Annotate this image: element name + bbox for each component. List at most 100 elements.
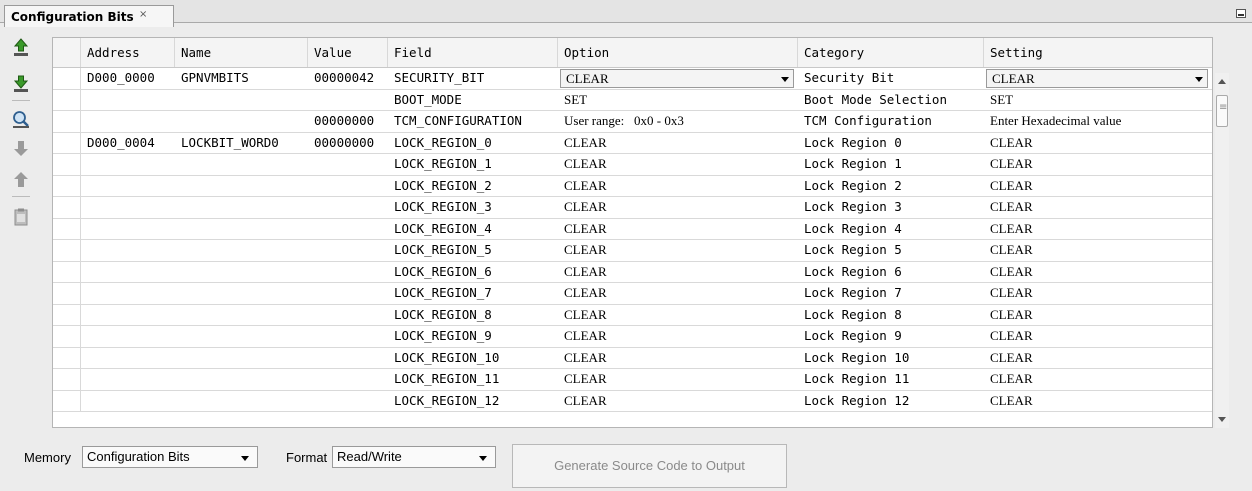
cell-setting[interactable]: CLEAR: [984, 154, 1212, 175]
column-header-option[interactable]: Option: [558, 38, 798, 67]
row-header[interactable]: [53, 218, 81, 240]
cell-option[interactable]: CLEAR: [558, 369, 798, 390]
cell-setting[interactable]: CLEAR: [984, 283, 1212, 304]
table-row[interactable]: LOCK_REGION_6 CLEAR Lock Region 6 CLEAR: [53, 261, 1212, 283]
row-header[interactable]: [53, 261, 81, 283]
cell-field: LOCK_REGION_11: [394, 371, 500, 386]
cell-option[interactable]: CLEAR: [558, 133, 798, 154]
cell-setting[interactable]: CLEAR: [984, 326, 1212, 347]
table-row[interactable]: LOCK_REGION_10 CLEAR Lock Region 10 CLEAR: [53, 347, 1212, 369]
column-header-setting[interactable]: Setting: [984, 38, 1212, 67]
cell-name: [175, 154, 308, 175]
table-row[interactable]: LOCK_REGION_12 CLEAR Lock Region 12 CLEAR: [53, 390, 1212, 412]
column-header-value[interactable]: Value: [308, 38, 388, 67]
read-config-icon[interactable]: [10, 36, 32, 58]
tab-configuration-bits[interactable]: Configuration Bits ×: [4, 5, 174, 27]
table-row[interactable]: LOCK_REGION_8 CLEAR Lock Region 8 CLEAR: [53, 304, 1212, 326]
cell-option[interactable]: CLEAR: [558, 348, 798, 369]
cell-name: [175, 348, 308, 369]
table-row[interactable]: LOCK_REGION_1 CLEAR Lock Region 1 CLEAR: [53, 154, 1212, 176]
row-header[interactable]: [53, 283, 81, 304]
row-header[interactable]: [53, 111, 81, 132]
row-header[interactable]: [53, 68, 81, 89]
cell-option[interactable]: SET: [558, 90, 798, 111]
cell-field: LOCK_REGION_5: [394, 242, 492, 257]
table-row[interactable]: LOCK_REGION_7 CLEAR Lock Region 7 CLEAR: [53, 283, 1212, 305]
table-row[interactable]: LOCK_REGION_11 CLEAR Lock Region 11 CLEAR: [53, 369, 1212, 391]
cell-setting[interactable]: SET: [984, 90, 1212, 111]
table-row[interactable]: LOCK_REGION_2 CLEAR Lock Region 2 CLEAR: [53, 175, 1212, 197]
option-dropdown[interactable]: CLEAR: [560, 69, 794, 88]
row-header[interactable]: [53, 89, 81, 111]
memory-select[interactable]: Configuration Bits: [82, 446, 258, 468]
move-up-icon[interactable]: [10, 169, 32, 191]
cell-option[interactable]: CLEAR: [558, 305, 798, 326]
row-header[interactable]: [53, 132, 81, 154]
search-icon[interactable]: [10, 108, 32, 130]
cell-category: Boot Mode Selection: [804, 91, 947, 107]
row-header[interactable]: [53, 347, 81, 369]
row-header[interactable]: [53, 326, 81, 347]
row-header[interactable]: [53, 154, 81, 175]
program-config-icon[interactable]: [10, 72, 32, 94]
scroll-thumb[interactable]: [1216, 95, 1228, 127]
cell-option[interactable]: User range: 0x0 - 0x3: [558, 111, 798, 132]
cell-setting[interactable]: CLEAR: [984, 197, 1212, 218]
cell-field: SECURITY_BIT: [394, 70, 485, 85]
cell-option[interactable]: CLEAR: [558, 391, 798, 412]
scroll-up-icon[interactable]: [1218, 79, 1226, 84]
cell-option[interactable]: CLEAR: [558, 326, 798, 347]
minimize-icon[interactable]: [1236, 9, 1246, 18]
table-row[interactable]: 00000000 TCM_CONFIGURATION User range: 0x0…: [53, 111, 1212, 133]
row-header[interactable]: [53, 175, 81, 197]
cell-option[interactable]: CLEAR: [558, 197, 798, 218]
column-header-field[interactable]: Field: [388, 38, 558, 67]
cell-setting[interactable]: CLEAR: [984, 305, 1212, 326]
cell-value: [308, 90, 388, 111]
cell-option[interactable]: CLEAR: [558, 176, 798, 197]
cell-setting[interactable]: CLEAR: [984, 348, 1212, 369]
cell-option[interactable]: CLEAR: [558, 283, 798, 304]
row-header[interactable]: [53, 197, 81, 218]
cell-option[interactable]: CLEAR: [558, 240, 798, 261]
cell-value: [308, 197, 388, 218]
cell-setting[interactable]: Enter Hexadecimal value: [984, 111, 1212, 132]
generate-source-code-button[interactable]: Generate Source Code to Output: [512, 444, 787, 488]
table-row[interactable]: D000_0004 LOCKBIT_WORD0 00000000 LOCK_REGIO…: [53, 132, 1212, 154]
cell-setting[interactable]: CLEAR: [984, 133, 1212, 154]
column-header-address[interactable]: Address: [81, 38, 175, 67]
column-header-name[interactable]: Name: [175, 38, 308, 67]
row-header[interactable]: [53, 304, 81, 326]
close-icon[interactable]: ×: [139, 9, 147, 20]
vertical-scrollbar[interactable]: [1215, 73, 1229, 428]
cell-setting[interactable]: CLEAR: [984, 176, 1212, 197]
config-bits-table: Address Name Value Field Option Category…: [52, 37, 1213, 428]
cell-option[interactable]: CLEAR: [558, 262, 798, 283]
cell-name: [175, 305, 308, 326]
table-row[interactable]: LOCK_REGION_9 CLEAR Lock Region 9 CLEAR: [53, 326, 1212, 348]
table-row[interactable]: D000_0000 GPNVMBITS 00000042 SECURITY_BIT CL…: [53, 68, 1212, 90]
cell-setting[interactable]: CLEAR: [984, 391, 1212, 412]
scroll-down-icon[interactable]: [1218, 417, 1226, 422]
column-header-category[interactable]: Category: [798, 38, 984, 67]
row-header[interactable]: [53, 240, 81, 261]
cell-setting[interactable]: CLEAR: [984, 369, 1212, 390]
clipboard-icon[interactable]: [10, 206, 32, 228]
table-row[interactable]: BOOT_MODE SET Boot Mode Selection SET: [53, 89, 1212, 111]
cell-field: LOCK_REGION_8: [394, 306, 492, 322]
row-header[interactable]: [53, 369, 81, 390]
cell-option[interactable]: CLEAR: [558, 154, 798, 175]
format-select[interactable]: Read/Write: [332, 446, 496, 468]
table-row[interactable]: LOCK_REGION_3 CLEAR Lock Region 3 CLEAR: [53, 197, 1212, 219]
cell-option[interactable]: CLEAR: [558, 219, 798, 240]
setting-dropdown[interactable]: CLEAR: [986, 69, 1208, 88]
cell-setting[interactable]: CLEAR: [984, 219, 1212, 240]
table-row[interactable]: LOCK_REGION_4 CLEAR Lock Region 4 CLEAR: [53, 218, 1212, 240]
table-row[interactable]: LOCK_REGION_5 CLEAR Lock Region 5 CLEAR: [53, 240, 1212, 262]
move-down-icon[interactable]: [10, 137, 32, 159]
row-header[interactable]: [53, 390, 81, 412]
cell-field: LOCK_REGION_3: [394, 199, 492, 214]
cell-setting[interactable]: CLEAR: [984, 262, 1212, 283]
cell-name: LOCKBIT_WORD0: [181, 134, 279, 150]
cell-setting[interactable]: CLEAR: [984, 240, 1212, 261]
